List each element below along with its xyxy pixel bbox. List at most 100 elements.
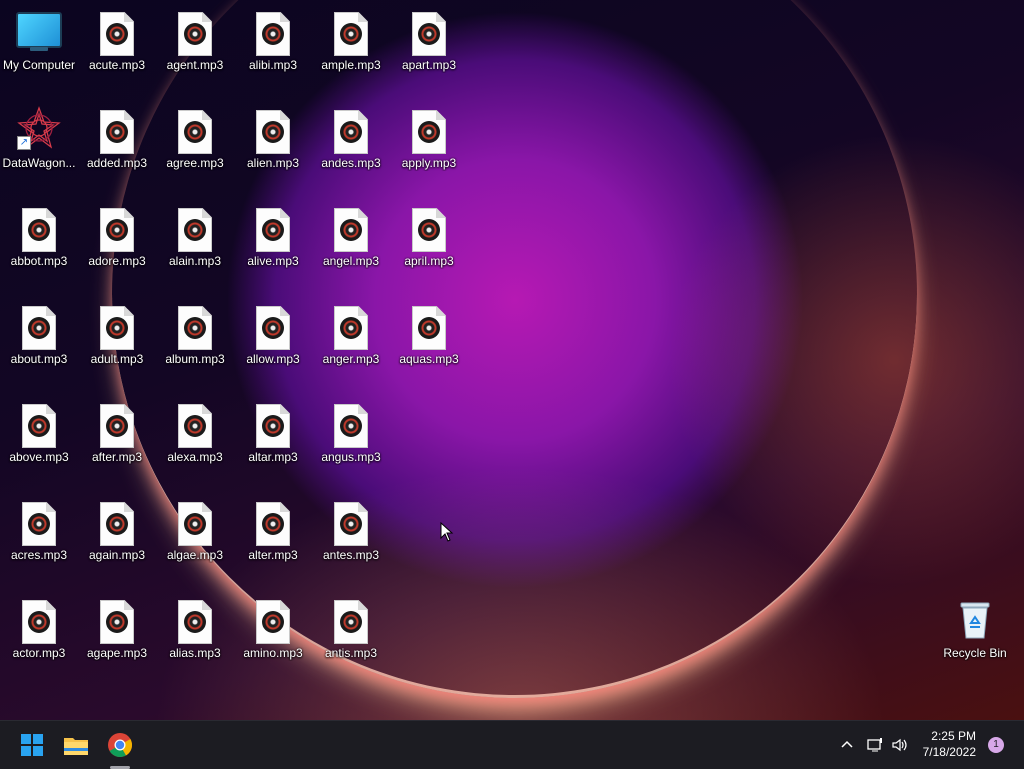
desktop-icon-mp3-file[interactable]: apply.mp3 xyxy=(390,100,468,196)
icon-label: about.mp3 xyxy=(10,352,68,366)
audio-file-icon xyxy=(334,600,368,644)
icon-label: anger.mp3 xyxy=(322,352,380,366)
desktop-icon-mp3-file[interactable]: angel.mp3 xyxy=(312,198,390,294)
desktop-icon-mp3-file[interactable]: andes.mp3 xyxy=(312,100,390,196)
desktop-icon-mp3-file[interactable]: agent.mp3 xyxy=(156,2,234,98)
desktop-icon-mp3-file[interactable]: agree.mp3 xyxy=(156,100,234,196)
audio-file-icon xyxy=(100,12,134,56)
icon-label: angus.mp3 xyxy=(321,450,381,464)
audio-file-icon xyxy=(334,12,368,56)
desktop-icon-mp3-file[interactable]: ample.mp3 xyxy=(312,2,390,98)
icon-label: algae.mp3 xyxy=(166,548,224,562)
clock-date: 7/18/2022 xyxy=(922,745,976,759)
icon-label: alain.mp3 xyxy=(168,254,222,268)
icon-label: antes.mp3 xyxy=(322,548,380,562)
audio-file-icon xyxy=(412,110,446,154)
desktop-icon-mp3-file[interactable]: angus.mp3 xyxy=(312,394,390,490)
desktop-icon-datawagon[interactable]: ↗ DataWagon... xyxy=(0,100,78,196)
desktop-icon-mp3-file[interactable]: abbot.mp3 xyxy=(0,198,78,294)
desktop-icon-mp3-file[interactable]: antis.mp3 xyxy=(312,590,390,686)
audio-file-icon xyxy=(22,404,56,448)
icon-label: andes.mp3 xyxy=(321,156,381,170)
audio-file-icon xyxy=(256,306,290,350)
icon-label: adore.mp3 xyxy=(88,254,146,268)
volume-icon[interactable] xyxy=(891,736,909,754)
icon-label: acute.mp3 xyxy=(88,58,146,72)
icon-label: alive.mp3 xyxy=(247,254,299,268)
audio-file-icon xyxy=(100,110,134,154)
desktop-icon-mp3-file[interactable]: alibi.mp3 xyxy=(234,2,312,98)
desktop-icon-mp3-file[interactable]: acres.mp3 xyxy=(0,492,78,588)
icon-label: alien.mp3 xyxy=(246,156,300,170)
icon-label: adult.mp3 xyxy=(90,352,144,366)
icon-label: abbot.mp3 xyxy=(10,254,68,268)
desktop-icon-mp3-file[interactable]: adore.mp3 xyxy=(78,198,156,294)
audio-file-icon xyxy=(100,600,134,644)
desktop-icon-mp3-file[interactable]: agape.mp3 xyxy=(78,590,156,686)
icon-label: alibi.mp3 xyxy=(248,58,298,72)
audio-file-icon xyxy=(412,208,446,252)
desktop-icon-mp3-file[interactable]: april.mp3 xyxy=(390,198,468,294)
notification-badge[interactable]: 1 xyxy=(988,737,1004,753)
icon-label: april.mp3 xyxy=(404,254,454,268)
desktop-icon-mp3-file[interactable]: alexa.mp3 xyxy=(156,394,234,490)
mouse-cursor-icon xyxy=(440,522,454,542)
desktop-icon-mp3-file[interactable]: alter.mp3 xyxy=(234,492,312,588)
icon-label: above.mp3 xyxy=(9,450,69,464)
icon-label: added.mp3 xyxy=(86,156,148,170)
desktop-icon-my-computer[interactable]: My Computer xyxy=(0,2,78,98)
icon-label: angel.mp3 xyxy=(322,254,380,268)
desktop-icon-mp3-file[interactable]: again.mp3 xyxy=(78,492,156,588)
audio-file-icon xyxy=(178,110,212,154)
icon-label: altar.mp3 xyxy=(248,450,298,464)
desktop-icon-mp3-file[interactable]: adult.mp3 xyxy=(78,296,156,392)
icon-label: amino.mp3 xyxy=(243,646,303,660)
audio-file-icon xyxy=(100,208,134,252)
desktop-icon-mp3-file[interactable]: alien.mp3 xyxy=(234,100,312,196)
desktop-icon-mp3-file[interactable]: alive.mp3 xyxy=(234,198,312,294)
file-explorer-icon[interactable] xyxy=(60,729,92,761)
audio-file-icon xyxy=(22,306,56,350)
icon-label: alias.mp3 xyxy=(169,646,221,660)
desktop-icon-mp3-file[interactable]: antes.mp3 xyxy=(312,492,390,588)
system-clock[interactable]: 2:25 PM 7/18/2022 xyxy=(923,728,976,760)
desktop-icon-mp3-file[interactable]: apart.mp3 xyxy=(390,2,468,98)
network-icon[interactable] xyxy=(866,736,884,754)
audio-file-icon xyxy=(256,12,290,56)
desktop-icon-mp3-file[interactable]: aquas.mp3 xyxy=(390,296,468,392)
desktop-icon-mp3-file[interactable]: about.mp3 xyxy=(0,296,78,392)
windows-start-icon[interactable] xyxy=(16,729,48,761)
desktop-icon-mp3-file[interactable]: after.mp3 xyxy=(78,394,156,490)
audio-file-icon xyxy=(334,502,368,546)
audio-file-icon xyxy=(100,502,134,546)
icon-label: allow.mp3 xyxy=(246,352,300,366)
audio-file-icon xyxy=(100,404,134,448)
audio-file-icon xyxy=(334,110,368,154)
chrome-icon[interactable] xyxy=(104,729,136,769)
icon-label: again.mp3 xyxy=(88,548,146,562)
icon-label: alter.mp3 xyxy=(248,548,298,562)
desktop-icon-mp3-file[interactable]: actor.mp3 xyxy=(0,590,78,686)
desktop-icon-mp3-file[interactable]: above.mp3 xyxy=(0,394,78,490)
desktop-icon-mp3-file[interactable]: alias.mp3 xyxy=(156,590,234,686)
audio-file-icon xyxy=(22,600,56,644)
desktop-icon-mp3-file[interactable]: algae.mp3 xyxy=(156,492,234,588)
desktop-icon-mp3-file[interactable]: amino.mp3 xyxy=(234,590,312,686)
desktop-icon-mp3-file[interactable]: anger.mp3 xyxy=(312,296,390,392)
desktop-icon-mp3-file[interactable]: album.mp3 xyxy=(156,296,234,392)
desktop-icon-mp3-file[interactable]: altar.mp3 xyxy=(234,394,312,490)
audio-file-icon xyxy=(256,404,290,448)
icon-label: after.mp3 xyxy=(91,450,143,464)
icon-label: apart.mp3 xyxy=(401,58,457,72)
chevron-up-icon[interactable] xyxy=(838,736,856,754)
icon-label: actor.mp3 xyxy=(12,646,66,660)
desktop-icon-mp3-file[interactable]: allow.mp3 xyxy=(234,296,312,392)
datawagon-logo-icon: ↗ xyxy=(17,106,61,150)
audio-file-icon xyxy=(412,306,446,350)
icon-label: My Computer xyxy=(2,58,76,72)
desktop-icon-recycle-bin[interactable]: Recycle Bin xyxy=(936,590,1014,686)
desktop-icon-mp3-file[interactable]: alain.mp3 xyxy=(156,198,234,294)
desktop-icon-mp3-file[interactable]: acute.mp3 xyxy=(78,2,156,98)
clock-time: 2:25 PM xyxy=(931,729,976,743)
desktop-icon-mp3-file[interactable]: added.mp3 xyxy=(78,100,156,196)
